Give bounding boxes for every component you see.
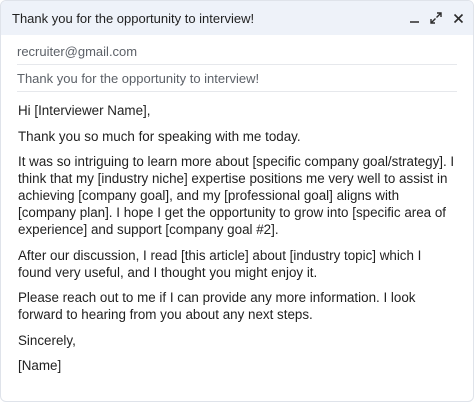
body-paragraph-2: It was so intriguing to learn more about… <box>18 154 455 237</box>
minimize-icon[interactable] <box>407 11 421 25</box>
compose-window: Thank you for the opportunity to intervi… <box>0 0 474 402</box>
message-body[interactable]: Hi [Interviewer Name], Thank you so much… <box>1 92 473 374</box>
window-controls <box>407 11 465 25</box>
close-icon[interactable] <box>451 11 465 25</box>
greeting-line: Hi [Interviewer Name], <box>18 103 151 118</box>
window-title: Thank you for the opportunity to intervi… <box>12 10 255 26</box>
signature-line: [Name] <box>18 358 62 373</box>
closing-line: Sincerely, <box>18 332 76 348</box>
subject-field[interactable]: Thank you for the opportunity to intervi… <box>17 65 457 92</box>
to-field[interactable]: recruiter@gmail.com <box>17 38 457 65</box>
expand-icon[interactable] <box>429 11 443 25</box>
body-paragraph-3: After our discussion, I read [this artic… <box>18 247 422 280</box>
body-paragraph-4: Please reach out to me if I can provide … <box>18 290 416 322</box>
title-bar: Thank you for the opportunity to intervi… <box>1 1 473 35</box>
body-paragraph-1: Thank you so much for speaking with me t… <box>18 128 301 144</box>
